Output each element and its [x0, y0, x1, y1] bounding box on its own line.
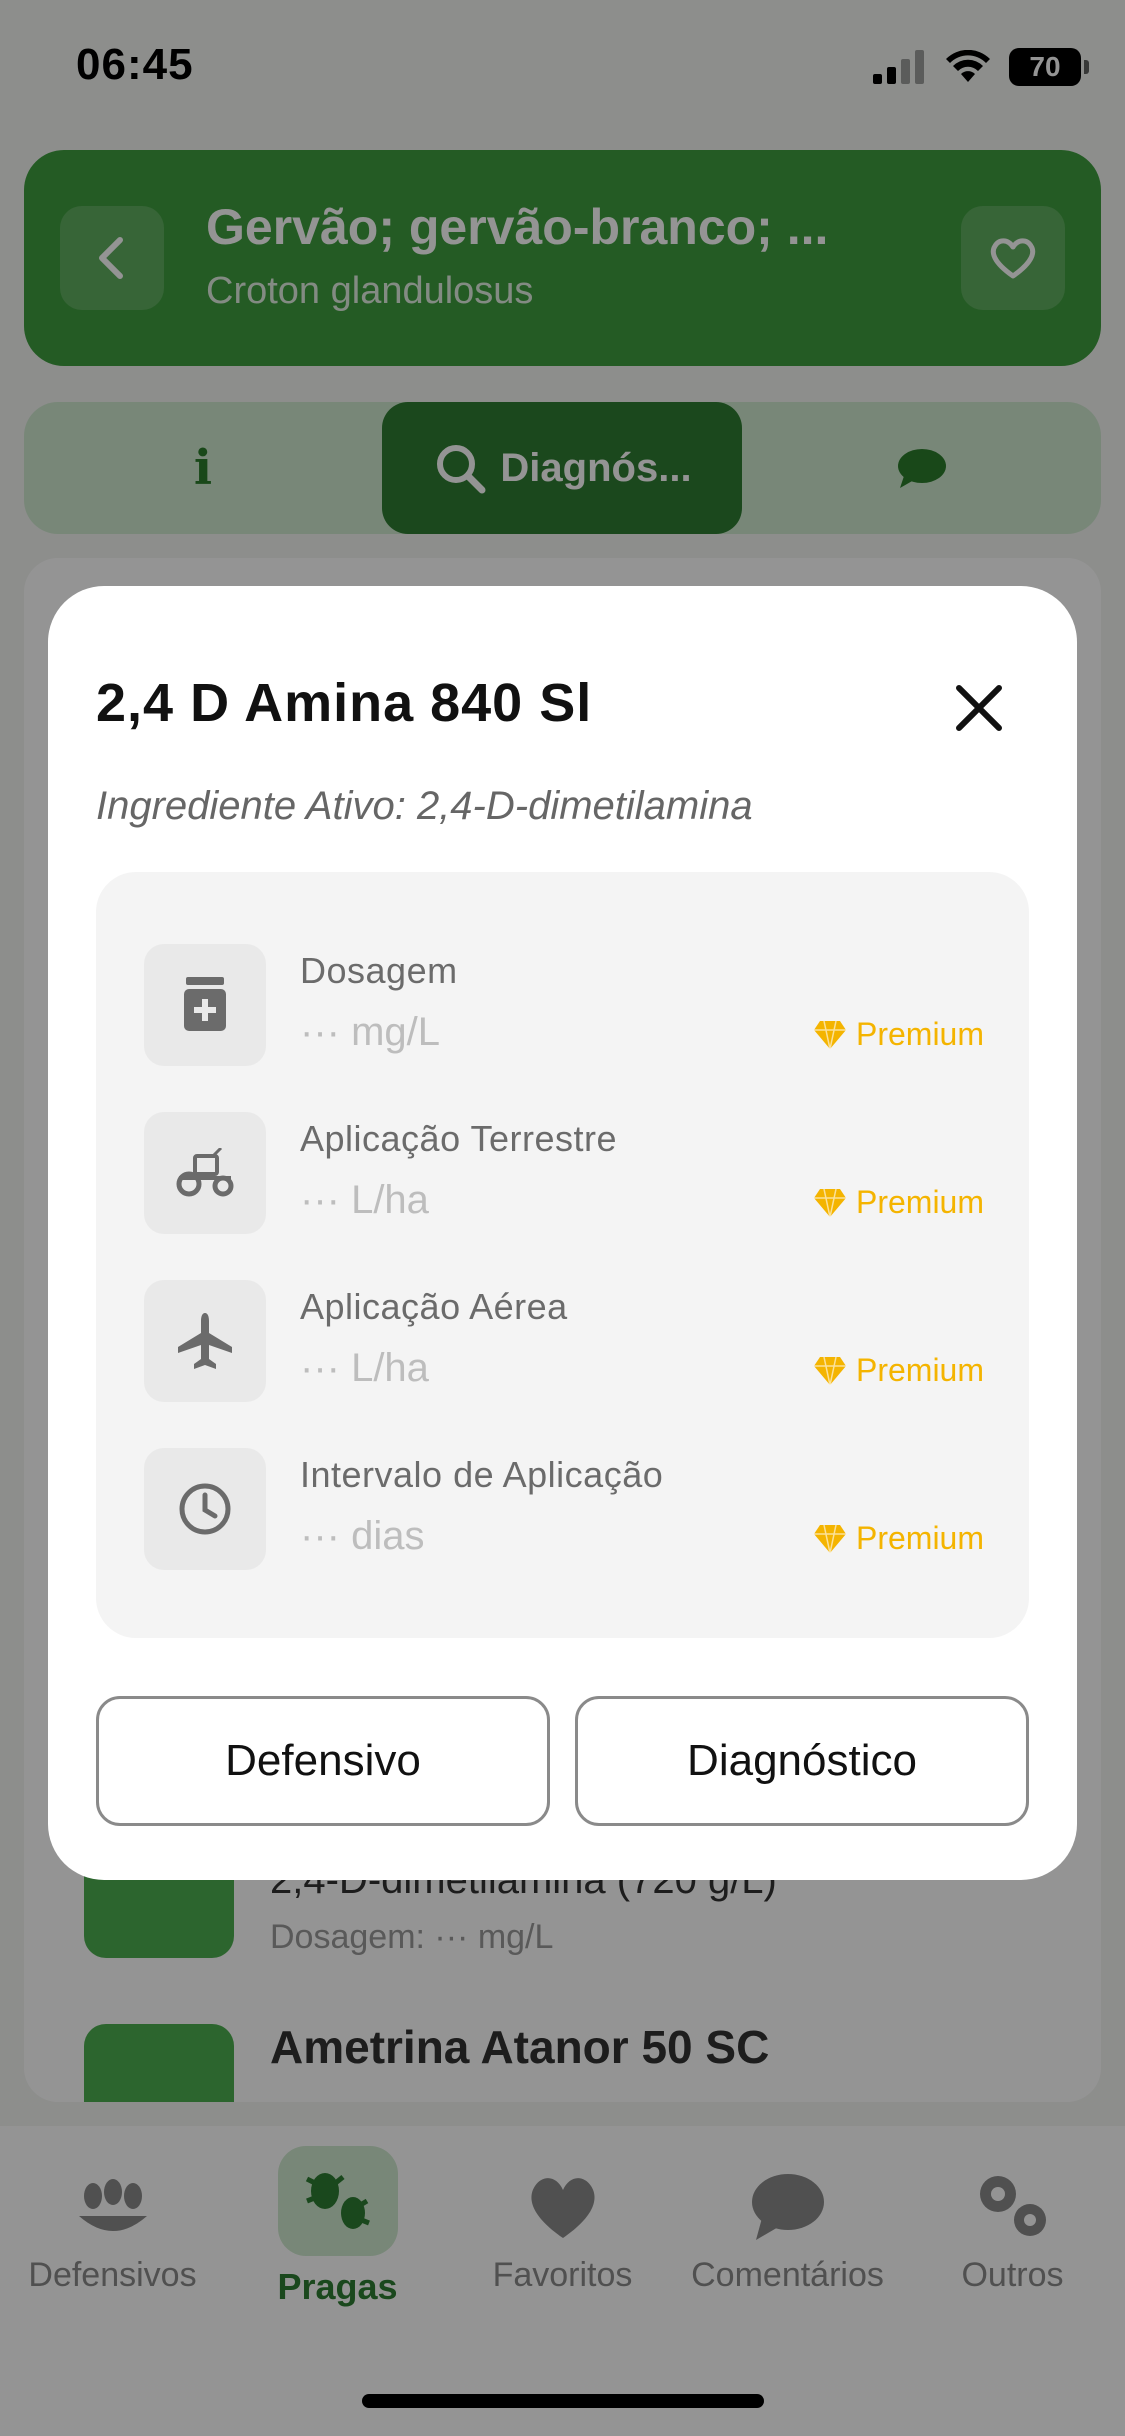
row-value: ··· dias — [300, 1514, 425, 1558]
defensivo-button[interactable]: Defensivo — [96, 1696, 550, 1826]
row-label: Aplicação Aérea — [300, 1286, 568, 1327]
dosage-info-card: Dosagem ··· mg/L Premium Aplicação Terre… — [96, 872, 1029, 1638]
medicine-icon — [144, 944, 266, 1066]
close-button[interactable] — [951, 680, 1007, 736]
premium-badge[interactable]: Premium — [813, 1352, 984, 1389]
airplane-icon — [144, 1280, 266, 1402]
info-row-aplicacao-terrestre: Aplicação Terrestre ··· L/ha Premium — [144, 1112, 984, 1236]
active-ingredient: Ingrediente Ativo: 2,4-D-dimetilamina — [96, 784, 753, 828]
premium-label: Premium — [855, 1016, 984, 1052]
row-label: Dosagem — [300, 950, 458, 991]
tractor-icon — [144, 1112, 266, 1234]
premium-label: Premium — [855, 1352, 984, 1388]
info-row-intervalo: Intervalo de Aplicação ··· dias Premium — [144, 1448, 984, 1572]
row-label: Aplicação Terrestre — [300, 1118, 617, 1159]
row-value: ··· mg/L — [300, 1010, 440, 1054]
info-row-dosagem: Dosagem ··· mg/L Premium — [144, 944, 984, 1068]
info-row-aplicacao-aerea: Aplicação Aérea ··· L/ha Premium — [144, 1280, 984, 1404]
diagnostico-button[interactable]: Diagnóstico — [575, 1696, 1029, 1826]
premium-badge[interactable]: Premium — [813, 1520, 984, 1557]
premium-badge[interactable]: Premium — [813, 1016, 984, 1053]
premium-label: Premium — [855, 1184, 984, 1220]
product-detail-modal: 2,4 D Amina 840 Sl Ingrediente Ativo: 2,… — [48, 586, 1077, 1880]
row-value: ··· L/ha — [300, 1178, 429, 1222]
diamond-icon — [813, 1356, 846, 1385]
premium-label: Premium — [855, 1520, 984, 1556]
premium-badge[interactable]: Premium — [813, 1184, 984, 1221]
clock-icon — [144, 1448, 266, 1570]
diamond-icon — [813, 1020, 846, 1049]
row-label: Intervalo de Aplicação — [300, 1454, 664, 1495]
diamond-icon — [813, 1524, 846, 1553]
diamond-icon — [813, 1188, 846, 1217]
close-icon — [956, 685, 1002, 731]
row-value: ··· L/ha — [300, 1346, 429, 1390]
modal-title: 2,4 D Amina 840 Sl — [96, 673, 593, 733]
